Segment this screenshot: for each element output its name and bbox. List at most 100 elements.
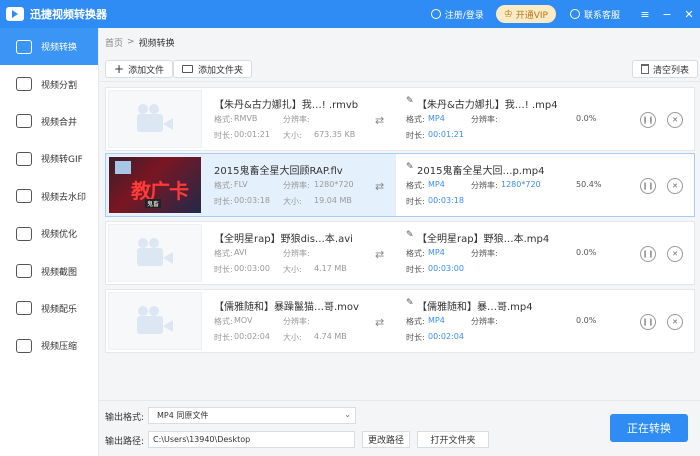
add-file-button[interactable]: + 添加文件	[105, 60, 174, 78]
remove-button[interactable]: ✕	[667, 246, 683, 262]
music-icon	[16, 301, 32, 316]
remove-button[interactable]: ✕	[667, 112, 683, 128]
video-frame-subtitle: 鬼畜	[145, 199, 162, 208]
progress-percent: 0.0%	[576, 316, 597, 325]
output-format[interactable]: MP4	[428, 316, 445, 325]
trash-icon	[641, 64, 649, 74]
add-folder-label: 添加文件夹	[198, 65, 244, 76]
output-duration: 00:03:00	[428, 264, 464, 273]
video-camera-icon	[135, 104, 175, 134]
output-path-value: C:\Users\13940\Desktop	[153, 435, 251, 444]
output-format[interactable]: MP4	[428, 248, 445, 257]
toolbar: + 添加文件 添加文件夹 清空列表	[99, 56, 700, 82]
breadcrumb-home[interactable]: 首页	[105, 36, 123, 49]
sidebar-item-video-merge[interactable]: 视频合并	[0, 103, 98, 140]
sidebar-item-label: 视频合并	[41, 117, 78, 128]
format-label: 格式:	[406, 317, 425, 326]
output-duration: 00:02:04	[428, 332, 464, 341]
output-format[interactable]: MP4	[428, 114, 445, 123]
duration-label: 时长:	[406, 197, 425, 206]
source-duration: 00:01:21	[234, 130, 270, 139]
open-folder-label: 打开文件夹	[430, 436, 476, 446]
add-folder-button[interactable]: 添加文件夹	[173, 60, 253, 78]
output-format[interactable]: MP4	[428, 180, 445, 189]
sidebar-item-video-optimize[interactable]: 视频优化	[0, 215, 98, 252]
duration-label: 时长:	[214, 131, 233, 140]
file-row[interactable]: 【朱丹&古力娜扎】我…! .rmvb 格式: RMVB 分辨率: 时长: 00:…	[105, 87, 695, 151]
title-bar: 迅捷视频转换器 注册/登录 ♔ 开通VIP 联系客服 ≡ − ✕	[0, 0, 700, 28]
sidebar-item-label: 视频分割	[41, 80, 78, 91]
sidebar-item-label: 视频截图	[41, 267, 78, 278]
source-resolution: 1280*720	[314, 180, 354, 189]
watermark-icon	[16, 189, 32, 204]
progress-percent: 0.0%	[576, 114, 597, 123]
folder-icon	[182, 65, 193, 73]
size-label: 大小:	[283, 131, 302, 140]
app-title: 迅捷视频转换器	[30, 8, 107, 21]
size-label: 大小:	[283, 197, 302, 206]
output-duration: 00:03:18	[428, 196, 464, 205]
edit-icon[interactable]: ✎	[406, 298, 414, 308]
output-file-name: 2015鬼畜全星大回…p.mp4	[417, 166, 545, 177]
clear-list-label: 清空列表	[653, 65, 690, 76]
sidebar-item-video-convert[interactable]: 视频转换	[0, 28, 98, 66]
pause-button[interactable]: ❙❙	[640, 246, 656, 262]
sidebar-item-video-music[interactable]: 视频配乐	[0, 290, 98, 327]
video-thumbnail	[108, 292, 202, 350]
resolution-label: 分辨率:	[471, 181, 498, 190]
sidebar-item-remove-watermark[interactable]: 视频去水印	[0, 178, 98, 215]
source-format: MOV	[234, 316, 253, 325]
output-format-select[interactable]: MP4 同原文件 ⌄	[148, 407, 356, 424]
source-size: 4.74 MB	[314, 332, 347, 341]
service-label: 联系客服	[583, 10, 620, 21]
output-resolution[interactable]: 1280*720	[501, 180, 541, 189]
file-row[interactable]: 【儒雅随和】暴躁鬣猫…哥.mov 格式: MOV 分辨率: 时长: 00:02:…	[105, 289, 695, 353]
resolution-label: 分辨率:	[283, 181, 310, 190]
menu-icon[interactable]: ≡	[634, 8, 656, 21]
sidebar-item-video-screenshot[interactable]: 视频截图	[0, 252, 98, 289]
edit-icon[interactable]: ✎	[406, 162, 414, 172]
output-format-value: MP4 同原文件	[157, 411, 209, 420]
contact-service-link[interactable]: 联系客服	[569, 8, 620, 21]
sidebar-item-video-gif[interactable]: 视频转GIF	[0, 140, 98, 177]
close-icon[interactable]: ✕	[678, 8, 700, 21]
convert-button[interactable]: 正在转换	[610, 414, 688, 442]
file-row[interactable]: 【全明星rap】野狼dis…本.avi 格式: AVI 分辨率: 时长: 00:…	[105, 221, 695, 285]
clear-list-button[interactable]: 清空列表	[632, 60, 699, 78]
sidebar-item-video-split[interactable]: 视频分割	[0, 65, 98, 102]
sidebar-item-label: 视频配乐	[41, 304, 78, 315]
source-file-name: 【全明星rap】野狼dis…本.avi	[214, 234, 353, 245]
source-file-name: 【朱丹&古力娜扎】我…! .rmvb	[214, 100, 359, 111]
resolution-label: 分辨率:	[471, 115, 498, 124]
size-label: 大小:	[283, 333, 302, 342]
minimize-icon[interactable]: −	[656, 8, 678, 21]
video-camera-icon	[135, 306, 175, 336]
file-row[interactable]: 教广卡 鬼畜 2015鬼畜全星大回顾RAP.flv 格式: FLV 分辨率: 1…	[105, 153, 695, 217]
login-link[interactable]: 注册/登录	[430, 8, 484, 21]
edit-icon[interactable]: ✎	[406, 96, 414, 106]
compress-icon	[16, 338, 32, 353]
remove-button[interactable]: ✕	[667, 314, 683, 330]
open-folder-button[interactable]: 打开文件夹	[417, 431, 489, 448]
breadcrumb-current: 视频转换	[138, 38, 175, 49]
vip-button[interactable]: ♔ 开通VIP	[495, 5, 556, 23]
output-file-name: 【儒雅随和】暴…哥.mp4	[417, 302, 533, 313]
format-label: 格式:	[406, 115, 425, 124]
size-label: 大小:	[283, 265, 302, 274]
duration-label: 时长:	[214, 197, 233, 206]
edit-icon[interactable]: ✎	[406, 230, 414, 240]
duration-label: 时长:	[214, 333, 233, 342]
output-path-input[interactable]: C:\Users\13940\Desktop	[148, 431, 355, 448]
change-path-button[interactable]: 更改路径	[362, 431, 410, 448]
video-split-icon	[16, 77, 32, 92]
pause-button[interactable]: ❙❙	[640, 112, 656, 128]
sidebar-item-video-compress[interactable]: 视频压缩	[0, 327, 98, 364]
source-file-name: 【儒雅随和】暴躁鬣猫…哥.mov	[214, 302, 359, 313]
source-file-name: 2015鬼畜全星大回顾RAP.flv	[214, 166, 343, 177]
pause-button[interactable]: ❙❙	[640, 178, 656, 194]
pause-button[interactable]: ❙❙	[640, 314, 656, 330]
duration-label: 时长:	[214, 265, 233, 274]
remove-button[interactable]: ✕	[667, 178, 683, 194]
output-settings: 输出格式: MP4 同原文件 ⌄ 输出路径: C:\Users\13940\De…	[99, 400, 700, 456]
format-label: 格式:	[406, 181, 425, 190]
